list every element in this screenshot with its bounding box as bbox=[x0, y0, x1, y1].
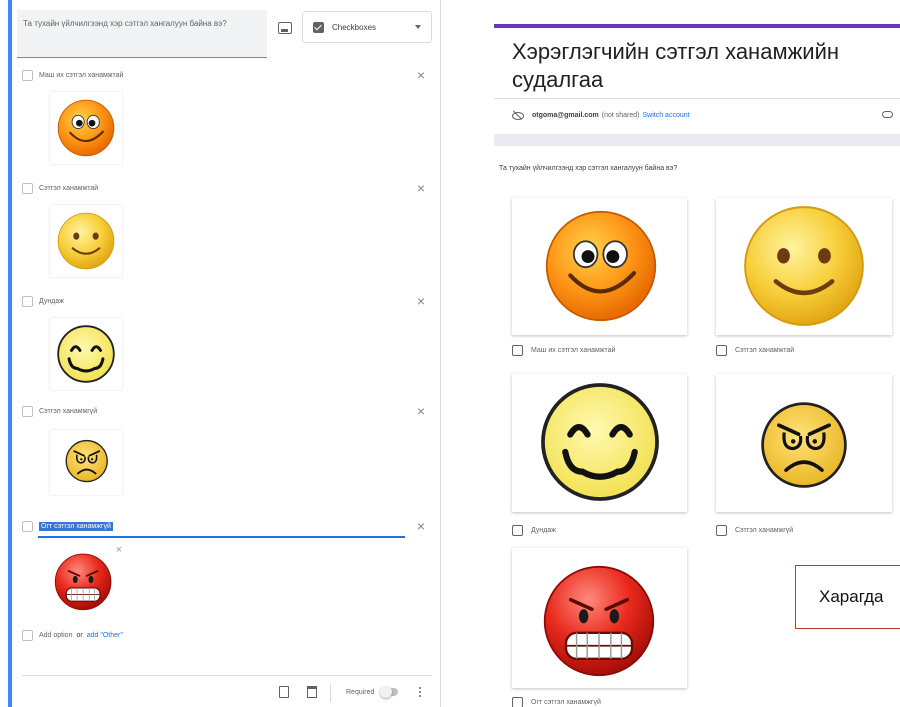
choice-image-card bbox=[716, 198, 892, 335]
footer-divider bbox=[22, 675, 432, 676]
trash-icon[interactable] bbox=[307, 686, 317, 698]
neutral-face-icon bbox=[512, 374, 687, 512]
choice-image-card bbox=[512, 198, 687, 335]
choice-option[interactable]: Дундаж bbox=[512, 525, 556, 536]
choice-option[interactable]: Сэтгэл ханамжтай bbox=[716, 345, 794, 356]
option-label[interactable]: Сэтгэл ханамжтай bbox=[39, 185, 98, 192]
option-image[interactable] bbox=[50, 543, 122, 615]
choice-checkbox[interactable] bbox=[512, 697, 523, 707]
form-editor: Та тухайн үйлчилгээнд хэр сэтгэл хангалу… bbox=[0, 0, 445, 707]
choice-option[interactable]: Маш их сэтгэл ханамжтай bbox=[512, 345, 615, 356]
close-icon[interactable]: × bbox=[414, 181, 428, 195]
editor-divider bbox=[440, 0, 441, 707]
form-title: Хэрэглэгчийн сэтгэл ханамжийн судалгаа bbox=[512, 39, 840, 92]
choice-label: Сэтгэл ханамжтай bbox=[735, 347, 795, 354]
close-icon[interactable]: × bbox=[414, 404, 428, 418]
checkbox-type-icon bbox=[313, 21, 324, 33]
angry-face-icon bbox=[54, 553, 112, 611]
option-image[interactable] bbox=[50, 92, 122, 164]
option-label-selected[interactable]: Огт сэтгэл ханамжгүй bbox=[39, 521, 113, 531]
option-checkbox bbox=[22, 69, 33, 81]
choice-checkbox[interactable] bbox=[512, 345, 523, 356]
add-option-link[interactable]: Add option bbox=[39, 632, 72, 639]
section-band bbox=[494, 134, 900, 146]
choice-checkbox[interactable] bbox=[512, 525, 523, 536]
option-checkbox bbox=[22, 182, 33, 194]
add-image-icon[interactable] bbox=[278, 22, 292, 34]
footer-separator bbox=[330, 684, 331, 702]
option-label[interactable]: Маш их сэтгэл ханамжтай bbox=[39, 72, 123, 79]
or-text: or bbox=[76, 632, 83, 639]
option-label[interactable]: Сэтгэл ханамжгүй bbox=[39, 408, 97, 415]
question-title-input[interactable]: Та тухайн үйлчилгээнд хэр сэтгэл хангалу… bbox=[17, 10, 267, 58]
required-toggle[interactable] bbox=[380, 686, 398, 698]
active-input-underline bbox=[38, 536, 405, 538]
account-row: otgoma@gmail.com (not shared) Switch acc… bbox=[512, 110, 690, 120]
active-question-accent-bar bbox=[8, 0, 12, 707]
unhappy-face-icon bbox=[65, 439, 109, 483]
option-row-active[interactable]: Огт сэтгэл ханамжгүй bbox=[22, 519, 113, 533]
add-other-link[interactable]: add "Other" bbox=[87, 632, 123, 639]
choice-label: Сэтгэл ханамжгүй bbox=[735, 527, 794, 534]
switch-account-link[interactable]: Switch account bbox=[642, 112, 689, 119]
option-checkbox bbox=[22, 295, 33, 307]
account-divider bbox=[494, 98, 900, 99]
choice-label: Дундаж bbox=[531, 527, 556, 534]
choice-label: Огт сэтгэл ханамжгүй bbox=[531, 699, 601, 706]
chevron-down-icon bbox=[415, 25, 421, 29]
option-checkbox bbox=[22, 520, 33, 532]
choice-image-card bbox=[716, 374, 892, 512]
remove-image-icon[interactable]: × bbox=[113, 544, 125, 556]
required-label: Required bbox=[346, 689, 375, 696]
option-image[interactable] bbox=[50, 430, 122, 495]
close-icon[interactable]: × bbox=[414, 294, 428, 308]
not-shared-text: (not shared) bbox=[601, 111, 640, 119]
eye-off-icon bbox=[512, 110, 524, 120]
happy-face-icon bbox=[57, 212, 115, 270]
choice-checkbox[interactable] bbox=[716, 525, 727, 536]
choice-image-card bbox=[512, 374, 687, 512]
cloud-icon bbox=[882, 111, 893, 118]
option-row[interactable]: Сэтгэл ханамжгүй bbox=[22, 404, 97, 418]
choice-checkbox[interactable] bbox=[716, 345, 727, 356]
add-option-row: Add option or add "Other" bbox=[22, 630, 123, 641]
choice-image-card bbox=[512, 548, 687, 688]
option-image[interactable] bbox=[50, 205, 122, 277]
angry-face-icon bbox=[542, 564, 656, 678]
more-vert-icon[interactable] bbox=[418, 686, 422, 700]
question-type-select[interactable]: Checkboxes bbox=[302, 11, 432, 43]
choice-label: Маш их сэтгэл ханамжтай bbox=[531, 347, 616, 354]
duplicate-icon[interactable] bbox=[279, 686, 289, 698]
question-type-label: Checkboxes bbox=[332, 22, 377, 32]
option-image[interactable] bbox=[50, 318, 122, 390]
option-label[interactable]: Дундаж bbox=[39, 298, 64, 305]
neutral-face-icon bbox=[56, 324, 116, 384]
account-email: otgoma@gmail.com bbox=[532, 111, 599, 119]
option-row[interactable]: Сэтгэл ханамжтай bbox=[22, 181, 98, 195]
very-happy-face-icon bbox=[57, 99, 115, 157]
close-icon[interactable]: × bbox=[414, 519, 428, 533]
annotation-callout: Харагда bbox=[795, 565, 900, 629]
form-accent-bar bbox=[494, 24, 900, 28]
question-text: Та тухайн үйлчилгээнд хэр сэтгэл хангалу… bbox=[499, 165, 678, 172]
unhappy-face-icon bbox=[760, 401, 848, 489]
happy-face-icon bbox=[716, 198, 892, 335]
very-happy-face-icon bbox=[512, 198, 687, 335]
close-icon[interactable]: × bbox=[414, 68, 428, 82]
choice-option[interactable]: Сэтгэл ханамжгүй bbox=[716, 525, 793, 536]
option-checkbox bbox=[22, 630, 33, 641]
option-row[interactable]: Дундаж bbox=[22, 294, 64, 308]
option-row[interactable]: Маш их сэтгэл ханамжтай bbox=[22, 68, 123, 82]
option-checkbox bbox=[22, 405, 33, 417]
choice-option[interactable]: Огт сэтгэл ханамжгүй bbox=[512, 697, 601, 707]
